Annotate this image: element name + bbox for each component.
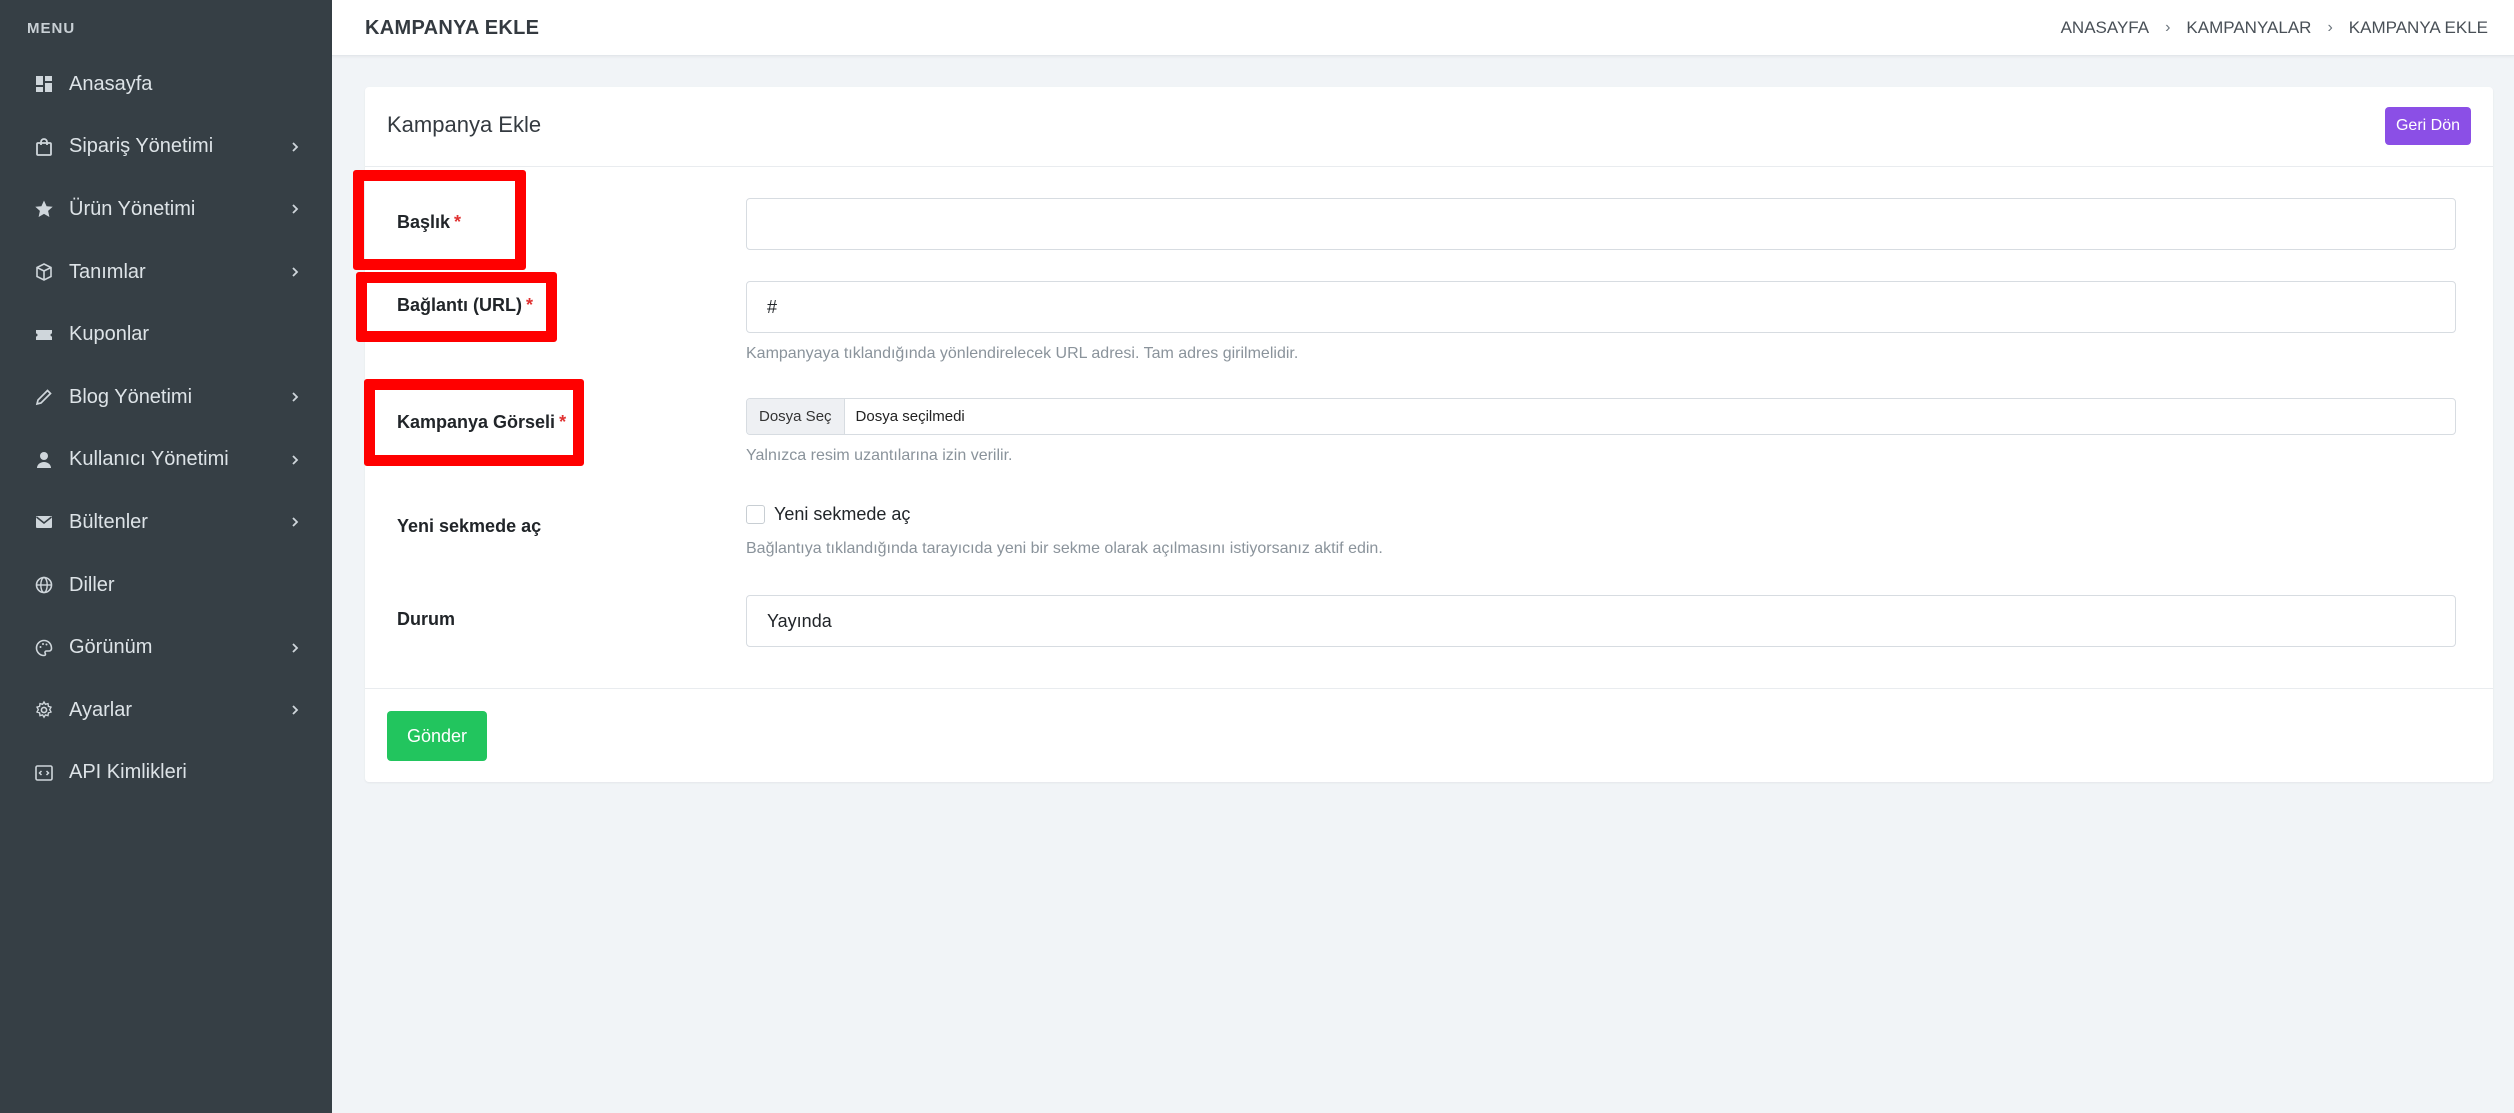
newtab-checkbox-label[interactable]: Yeni sekmede aç [774, 504, 910, 525]
sidebar-item-label: Ürün Yönetimi [69, 197, 196, 220]
sidebar-item-label: Tanımlar [69, 260, 146, 283]
choose-file-button[interactable]: Dosya Seç [747, 399, 845, 434]
sidebar-item-label: Kullanıcı Yönetimi [69, 448, 229, 471]
required-mark: * [559, 412, 567, 432]
sidebar-item-kullanici-yonetimi[interactable]: Kullanıcı Yönetimi [0, 429, 332, 492]
gear-icon [33, 699, 55, 721]
sidebar-item-label: Bültenler [69, 510, 148, 533]
shopping-bag-icon [33, 136, 55, 158]
chevron-right-icon [288, 641, 302, 655]
star-icon [33, 198, 55, 220]
ticket-icon [33, 324, 55, 346]
sidebar-item-ayarlar[interactable]: Ayarlar [0, 679, 332, 742]
url-input[interactable] [746, 281, 2456, 333]
sidebar-item-label: Anasayfa [69, 72, 153, 95]
sidebar-item-kuponlar[interactable]: Kuponlar [0, 303, 332, 366]
sidebar-item-bultenler[interactable]: Bültenler [0, 491, 332, 554]
sidebar-item-siparis-yonetimi[interactable]: Sipariş Yönetimi [0, 116, 332, 179]
title-label: Başlık * [397, 212, 461, 233]
url-label-text: Bağlantı (URL) [397, 295, 522, 315]
sidebar-item-tanimlar[interactable]: Tanımlar [0, 241, 332, 304]
back-button[interactable]: Geri Dön [2385, 107, 2471, 145]
file-status-text: Dosya seçilmedi [855, 408, 965, 425]
breadcrumb-separator-icon: › [2327, 19, 2333, 36]
sidebar-nav: Anasayfa Sipariş Yönetimi Ürün Yönetimi … [0, 53, 332, 804]
box-icon [33, 261, 55, 283]
sidebar-item-label: Görünüm [69, 636, 153, 659]
title-input[interactable] [746, 198, 2456, 250]
breadcrumb-item-home[interactable]: ANASAYFA [2061, 18, 2150, 38]
sidebar-item-label: Sipariş Yönetimi [69, 135, 214, 158]
chevron-right-icon [288, 453, 302, 467]
sidebar-item-label: Ayarlar [69, 698, 132, 721]
card-footer-divider [365, 688, 2493, 689]
submit-button[interactable]: Gönder [387, 711, 487, 761]
globe-icon [33, 574, 55, 596]
title-label-text: Başlık [397, 212, 451, 232]
page-title: KAMPANYA EKLE [365, 17, 540, 39]
sidebar-item-blog-yonetimi[interactable]: Blog Yönetimi [0, 366, 332, 429]
chevron-right-icon [288, 140, 302, 154]
top-header: KAMPANYA EKLE ANASAYFA › KAMPANYALAR › K… [332, 0, 2514, 56]
pencil-icon [33, 386, 55, 408]
required-mark: * [526, 295, 534, 315]
status-select[interactable] [746, 595, 2456, 647]
sidebar-item-gorunum[interactable]: Görünüm [0, 616, 332, 679]
image-file-input[interactable]: Dosya Seç Dosya seçilmedi [746, 398, 2456, 435]
sidebar-item-anasayfa[interactable]: Anasayfa [0, 53, 332, 116]
sidebar-item-api-kimlikleri[interactable]: API Kimlikleri [0, 742, 332, 805]
sidebar-item-urun-yonetimi[interactable]: Ürün Yönetimi [0, 178, 332, 241]
status-label: Durum [397, 609, 455, 629]
user-icon [33, 449, 55, 471]
chevron-right-icon [288, 703, 302, 717]
chevron-right-icon [288, 515, 302, 529]
chevron-right-icon [288, 265, 302, 279]
menu-title: MENU [27, 20, 76, 37]
card-header: Kampanya Ekle Geri Dön [365, 87, 2493, 167]
mail-icon [33, 511, 55, 533]
newtab-checkbox-row[interactable]: Yeni sekmede aç [746, 504, 910, 525]
newtab-checkbox[interactable] [746, 505, 765, 524]
image-help-text: Yalnızca resim uzantılarına izin verilir… [746, 447, 1013, 464]
breadcrumb: ANASAYFA › KAMPANYALAR › KAMPANYA EKLE [2061, 18, 2488, 38]
newtab-label: Yeni sekmede aç [397, 516, 542, 536]
sidebar-item-label: Kuponlar [69, 323, 150, 346]
card-title: Kampanya Ekle [387, 112, 542, 137]
breadcrumb-item-current: KAMPANYA EKLE [2348, 18, 2488, 37]
url-help-text: Kampanyaya tıklandığında yönlendirelecek… [746, 345, 1299, 362]
sidebar: MENU Anasayfa Sipariş Yönetimi Ürün Yöne… [0, 0, 332, 1113]
sidebar-item-label: Diller [69, 573, 115, 596]
sidebar-item-label: Blog Yönetimi [69, 385, 193, 408]
chevron-right-icon [288, 202, 302, 216]
chevron-right-icon [288, 390, 302, 404]
code-icon [33, 762, 55, 784]
breadcrumb-separator-icon: › [2165, 19, 2171, 36]
sidebar-item-diller[interactable]: Diller [0, 554, 332, 617]
breadcrumb-item-campaigns[interactable]: KAMPANYALAR [2186, 18, 2311, 38]
dashboard-icon [33, 73, 55, 95]
url-label: Bağlantı (URL) * [397, 295, 533, 316]
campaign-form-card: Kampanya Ekle Geri Dön Başlık * Bağlantı … [365, 87, 2493, 782]
palette-icon [33, 637, 55, 659]
required-mark: * [454, 212, 462, 232]
image-label: Kampanya Görseli * [397, 412, 566, 433]
image-label-text: Kampanya Görseli [397, 412, 556, 432]
sidebar-item-label: API Kimlikleri [69, 761, 187, 784]
newtab-help-text: Bağlantıya tıklandığında tarayıcıda yeni… [746, 540, 1383, 557]
